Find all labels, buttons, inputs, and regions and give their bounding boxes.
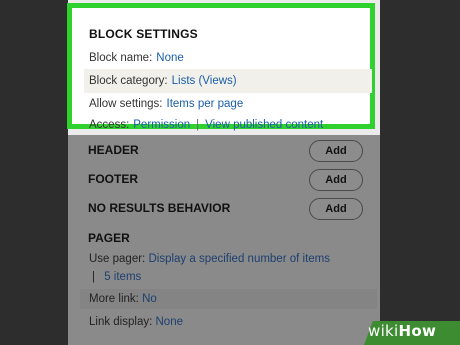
wikihow-wiki-text: wiki (368, 322, 399, 340)
wikihow-watermark: wikiHow (368, 322, 436, 340)
wikihow-how-text: How (398, 322, 437, 340)
use-pager-row: Use pager: Display a specified number of… (80, 249, 377, 269)
header-add-button[interactable]: Add (309, 140, 363, 162)
pager-items-link[interactable]: 5 items (104, 271, 141, 283)
left-background (0, 0, 68, 345)
use-pager-link[interactable]: Display a specified number of items (148, 253, 330, 265)
block-name-label: Block name: (89, 52, 153, 64)
block-settings-title: BLOCK SETTINGS (89, 27, 198, 41)
footer-section-label: FOOTER (88, 172, 138, 186)
block-category-row: Block category: Lists (Views) (84, 69, 372, 93)
more-link-link[interactable]: No (142, 293, 157, 305)
right-background (380, 0, 460, 345)
access-permission-link[interactable]: Permission (133, 119, 190, 131)
link-display-link[interactable]: None (156, 316, 184, 328)
block-name-link[interactable]: None (156, 52, 184, 64)
pager-items-separator: | (92, 271, 95, 283)
access-separator: | (196, 119, 200, 131)
more-link-label: More link: (89, 293, 139, 305)
no-results-add-button[interactable]: Add (309, 198, 363, 220)
block-settings-highlight: BLOCK SETTINGS Block name: None Block cat… (67, 3, 375, 131)
access-row: Access: Permission | View published content (84, 113, 372, 137)
block-category-label: Block category: (89, 75, 168, 87)
allow-settings-label: Allow settings: (89, 98, 163, 110)
access-view-published-link[interactable]: View published content (205, 119, 323, 131)
pager-items-row: | 5 items (80, 267, 380, 287)
no-results-section-label: NO RESULTS BEHAVIOR (88, 201, 231, 215)
block-category-link[interactable]: Lists (Views) (172, 75, 237, 87)
link-display-row: Link display: None (80, 312, 377, 332)
access-label: Access: (89, 119, 130, 131)
header-section-label: HEADER (88, 143, 139, 157)
use-pager-label: Use pager: (89, 253, 146, 265)
allow-settings-link[interactable]: Items per page (167, 98, 244, 110)
block-name-row: Block name: None (84, 46, 372, 70)
footer-add-button[interactable]: Add (309, 169, 363, 191)
pager-section-label: PAGER (88, 231, 130, 245)
link-display-label: Link display: (89, 316, 153, 328)
more-link-row: More link: No (80, 289, 377, 309)
